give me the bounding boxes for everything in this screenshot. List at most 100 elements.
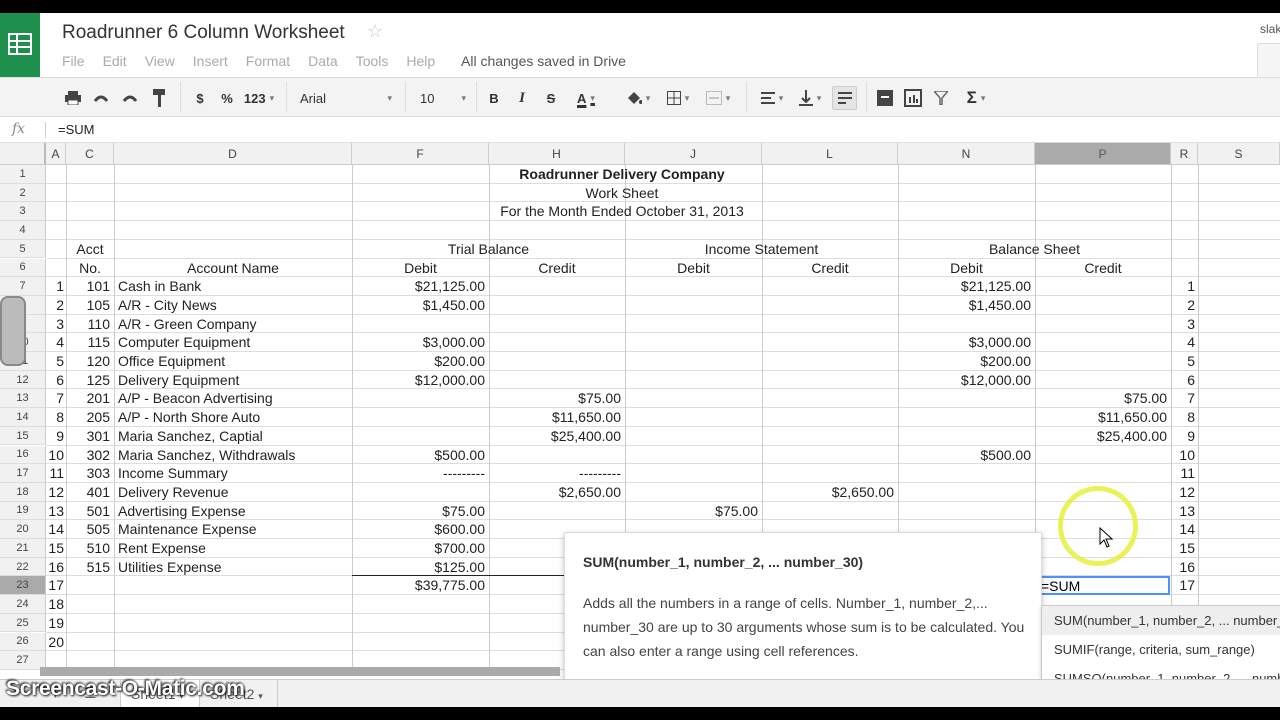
column-header-d[interactable]: D (114, 143, 352, 165)
toolbar-divider (286, 82, 287, 112)
row-header[interactable]: 26 (0, 632, 46, 652)
trial-balance-debit: $600.00 (434, 521, 485, 538)
vertical-align-button[interactable] (794, 86, 826, 110)
row-header[interactable]: 2 (0, 183, 46, 203)
menu-data[interactable]: Data (308, 53, 338, 69)
functions-button[interactable]: Σ (960, 86, 992, 110)
row-header[interactable]: 24 (0, 595, 46, 614)
column-header-s[interactable]: S (1198, 143, 1280, 165)
row-header[interactable]: 23 (0, 576, 46, 596)
wrap-text-button[interactable] (832, 86, 857, 110)
number-format-dropdown[interactable]: 123 (243, 86, 275, 110)
column-header-n[interactable]: N (898, 143, 1035, 165)
align-left-icon (760, 92, 775, 104)
percent-format-button[interactable]: % (220, 86, 234, 110)
chevron-down-icon: ▾ (461, 92, 466, 103)
print-icon[interactable] (64, 86, 82, 110)
line-number: 16 (48, 558, 64, 575)
row-ref: 5 (1187, 353, 1195, 369)
row-header[interactable]: 16 (0, 445, 46, 465)
italic-button[interactable]: I (515, 86, 529, 110)
header-income-statement: Income Statement (704, 240, 819, 257)
row-header[interactable]: 17 (0, 464, 46, 483)
column-header-r[interactable]: R (1171, 143, 1198, 165)
user-account[interactable]: slak (1260, 22, 1280, 36)
currency-format-button[interactable]: $ (193, 86, 207, 110)
column-header-h[interactable]: H (489, 143, 625, 165)
account-number: 303 (86, 465, 110, 482)
menu-edit[interactable]: Edit (103, 53, 127, 69)
menu-format[interactable]: Format (246, 53, 290, 69)
column-header-c[interactable]: C (66, 143, 114, 165)
row-header[interactable]: 5 (0, 239, 46, 259)
row-header[interactable]: 4 (0, 221, 46, 240)
menu-tools[interactable]: Tools (356, 53, 389, 69)
row-header[interactable]: 18 (0, 482, 46, 502)
fx-icon: fx (12, 121, 26, 137)
column-header-j[interactable]: J (625, 143, 762, 165)
menu-view[interactable]: View (145, 53, 175, 69)
row-header[interactable]: 12 (0, 370, 46, 390)
strikethrough-button[interactable]: S (544, 86, 558, 110)
row-header[interactable]: 14 (0, 408, 46, 427)
document-title[interactable]: Roadrunner 6 Column Worksheet (62, 22, 345, 44)
row-header[interactable]: 22 (0, 557, 46, 577)
account-number: 125 (86, 371, 110, 388)
fill-color-button[interactable] (622, 86, 654, 110)
bold-button[interactable]: B (487, 86, 501, 110)
column-header-l[interactable]: L (762, 143, 898, 165)
font-size-dropdown[interactable]: 10 ▾ (420, 86, 466, 110)
active-cell-editor[interactable]: =SUM (1037, 576, 1170, 596)
merge-cells-button[interactable] (700, 86, 736, 110)
account-name: Maria Sanchez, Captial (118, 427, 263, 444)
horizontal-align-button[interactable] (756, 86, 788, 110)
font-family-dropdown[interactable]: Arial ▾ (300, 86, 392, 110)
align-bottom-icon (798, 90, 813, 106)
filter-icon[interactable] (933, 86, 949, 110)
text-color-button[interactable]: A (570, 86, 602, 110)
line-number: 14 (48, 521, 64, 538)
horizontal-scrollbar[interactable] (40, 667, 560, 676)
line-number: 20 (48, 633, 64, 650)
redo-icon[interactable] (121, 86, 139, 110)
row-header[interactable]: 13 (0, 389, 46, 409)
row-header[interactable]: 6 (0, 258, 46, 278)
borders-button[interactable] (662, 86, 694, 110)
autocomplete-item-sumif[interactable]: SUMIF(range, criteria, sum_range) (1042, 635, 1280, 664)
row-header[interactable]: 19 (0, 501, 46, 521)
menu-file[interactable]: File (62, 53, 85, 69)
row-ref: 8 (1187, 409, 1195, 426)
header-acct-no: No. (79, 259, 101, 276)
recorder-widget[interactable] (0, 296, 26, 366)
column-header-a[interactable]: A (46, 143, 66, 165)
column-header-p[interactable]: P (1035, 143, 1171, 165)
row-ref: 14 (1179, 521, 1195, 538)
row-header[interactable]: 15 (0, 426, 46, 446)
undo-icon[interactable] (92, 86, 110, 110)
divider (45, 122, 46, 138)
row-header[interactable]: 7 (0, 277, 46, 296)
trial-balance-debit: $75.00 (442, 502, 485, 519)
select-all-corner[interactable] (0, 143, 46, 165)
insert-chart-icon[interactable] (903, 86, 923, 110)
header-credit: Credit (538, 259, 576, 276)
menu-insert[interactable]: Insert (193, 53, 228, 69)
trial-balance-credit: $11,650.00 (551, 409, 621, 426)
insert-comment-icon[interactable] (876, 86, 894, 110)
row-header[interactable]: 3 (0, 202, 46, 222)
row-header[interactable]: 25 (0, 613, 46, 633)
row-header[interactable]: 21 (0, 539, 46, 558)
menu-help[interactable]: Help (406, 53, 435, 69)
column-header-f[interactable]: F (352, 143, 489, 165)
row-ref: 10 (1179, 446, 1195, 463)
paint-format-icon[interactable] (151, 86, 167, 110)
sheets-logo[interactable] (0, 13, 40, 77)
account-number: 105 (86, 296, 110, 313)
line-number: 9 (56, 427, 64, 444)
formula-input[interactable]: =SUM (58, 122, 94, 137)
autocomplete-item-sum[interactable]: SUM(number_1, number_2, ... number_30) (1042, 606, 1280, 635)
account-number: 302 (86, 446, 110, 463)
row-header[interactable]: 20 (0, 520, 46, 539)
row-header[interactable]: 1 (0, 165, 46, 184)
star-icon[interactable]: ☆ (367, 21, 383, 42)
